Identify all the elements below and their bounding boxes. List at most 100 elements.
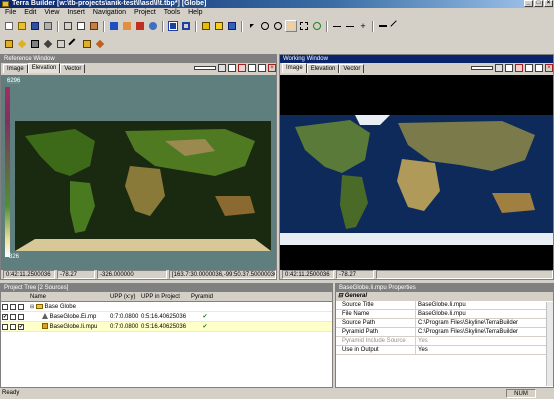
menu-help[interactable]: Help [185,8,205,18]
collapse-icon[interactable]: ⊟ [338,293,343,299]
remove-source-button[interactable] [134,20,146,32]
elevation-slider[interactable] [194,66,216,70]
menu-view[interactable]: View [41,8,62,18]
print-button[interactable] [42,20,54,32]
area-button[interactable] [180,20,192,32]
work-tool-4-button[interactable] [525,64,533,72]
prop-source-path[interactable]: Source Path C:\Program Files\Skyline\Terr… [336,319,553,328]
work-tool-2-button[interactable] [505,64,513,72]
elevation-view[interactable]: 6296 -326 [1,75,276,270]
ref-tool-1-button[interactable] [218,64,226,72]
tab-elevation[interactable]: Elevation [27,63,61,73]
open-button[interactable] [16,20,28,32]
row-0-check-1[interactable] [2,304,8,310]
tool-8-button[interactable] [94,38,106,50]
menu-tools[interactable]: Tools [161,8,183,18]
row-1-check-2[interactable] [10,314,16,320]
save-button[interactable] [29,20,41,32]
row-2-check-3[interactable]: ✔ [18,324,24,330]
menu-project[interactable]: Project [131,8,159,18]
imagery-source-icon [42,323,48,330]
column-header-name[interactable]: Name [28,292,108,301]
zoom-out-button[interactable] [272,20,284,32]
prop-file-name[interactable]: File Name BaseGlobe.Ii.mpu [336,310,553,319]
row-1-check-3[interactable] [18,314,24,320]
globe-button[interactable] [147,20,159,32]
ref-tool-5-button[interactable] [258,64,266,72]
tile-button[interactable] [167,20,179,32]
forward-button[interactable] [344,20,356,32]
tool-5-button[interactable] [55,38,67,50]
properties-section[interactable]: ⊟ General [336,292,553,301]
pointer-button[interactable] [246,20,258,32]
tool-7-button[interactable] [81,38,93,50]
tree-row-base-globe[interactable]: ⊟ Base Globe [1,302,332,312]
work-tool-5-button[interactable] [535,64,543,72]
tree-row-source-1[interactable]: ✔ BaseGlobe.Ei.mp 0:7:0.0800 0:5:16.4062… [1,312,332,322]
column-header-pyramid[interactable]: Pyramid [189,292,219,301]
working-window: Working Window Image Elevation Vector × … [279,54,554,280]
tab-vector[interactable]: Vector [339,64,365,73]
menu-edit[interactable]: Edit [21,8,39,18]
paste-icon [90,22,98,30]
zoom-extent-button[interactable] [298,20,310,32]
tool-6-button[interactable] [68,38,80,50]
tab-vector[interactable]: Vector [60,64,86,73]
zoom-in-button[interactable] [259,20,271,32]
refresh-button[interactable] [311,20,323,32]
row-2-check-1[interactable] [2,324,8,330]
new-button[interactable] [3,20,15,32]
menu-file[interactable]: File [2,8,19,18]
tool-4-button[interactable] [42,38,54,50]
layer-yellow-button[interactable] [200,20,212,32]
row-1-check-1[interactable]: ✔ [2,314,8,320]
back-button[interactable] [331,20,343,32]
imagery-view[interactable] [280,75,553,270]
maximize-button[interactable]: □ [534,0,543,7]
prop-use-in-output[interactable]: Use in Output Yes [336,346,553,355]
work-tool-3-button[interactable] [515,64,523,72]
ref-tool-2-button[interactable] [228,64,236,72]
work-close-button[interactable]: × [545,64,553,72]
tree-row-source-2[interactable]: ✔ BaseGlobe.Ii.mpu 0:7:0.0800 0:5:16.406… [1,322,332,332]
paste-button[interactable] [88,20,100,32]
prop-pyramid-path[interactable]: Pyramid Path C:\Program Files\Skyline\Ter… [336,328,553,337]
add-point-button[interactable]: + [357,20,369,32]
tab-image[interactable]: Image [3,64,28,73]
tool-3-button[interactable] [29,38,41,50]
properties-scrollbar[interactable] [546,302,553,386]
cut-button[interactable] [62,20,74,32]
expand-icon[interactable]: ⊟ [30,304,34,310]
imagery-slider[interactable] [471,66,493,70]
ruler-button[interactable] [377,20,389,32]
add-source-button[interactable] [121,20,133,32]
pen-button[interactable] [390,20,402,32]
ref-close-button[interactable]: × [268,64,276,72]
pyramid-icon [95,39,105,49]
row-0-check-2[interactable] [10,304,16,310]
row-0-check-3[interactable] [18,304,24,310]
prop-source-title[interactable]: Source Title BaseGlobe.Ii.mpu [336,301,553,310]
ref-tool-4-button[interactable] [248,64,256,72]
column-header-upp-project[interactable]: UPP in Project [139,292,189,301]
tool-1-button[interactable] [3,38,15,50]
layer-blue-button[interactable] [226,20,238,32]
tool-2-button[interactable] [16,38,28,50]
row-2-check-2[interactable] [10,324,16,330]
layer-button[interactable] [108,20,120,32]
close-button[interactable]: × [544,0,553,7]
pan-button[interactable] [285,20,297,32]
work-tool-1-button[interactable] [495,64,503,72]
column-header-upp[interactable]: UPP (x:y) [108,292,139,301]
menu-navigation[interactable]: Navigation [90,8,129,18]
hand-icon [287,22,295,30]
scale-min-label: -326 [7,254,20,260]
tab-elevation[interactable]: Elevation [306,64,340,73]
copy-button[interactable] [75,20,87,32]
project-tree-title: Project Tree [2 Sources] [1,284,332,292]
layer-yellow2-button[interactable] [213,20,225,32]
minimize-button[interactable]: _ [524,0,533,7]
ref-tool-3-button[interactable] [238,64,246,72]
tab-image[interactable]: Image [282,63,307,73]
menu-insert[interactable]: Insert [64,8,88,18]
